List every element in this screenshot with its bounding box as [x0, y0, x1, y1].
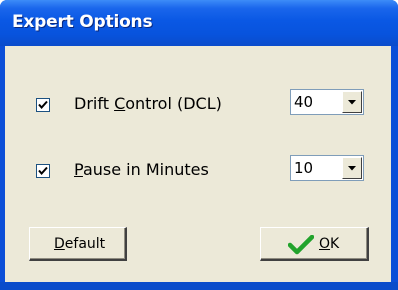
label-mnemonic: C — [114, 94, 126, 113]
pause-in-minutes-value: 10 — [294, 159, 314, 177]
window-bottom-border — [0, 282, 398, 290]
label-mnemonic: P — [74, 160, 83, 179]
pause-in-minutes-checkbox[interactable] — [36, 164, 50, 178]
label-text: Drift — [74, 94, 115, 113]
drift-control-dropdown-button[interactable] — [342, 91, 362, 113]
ok-button-label: OK — [319, 236, 339, 252]
label-text: ause in Minutes — [82, 160, 209, 179]
green-checkmark-icon — [288, 235, 314, 255]
window-title: Expert Options — [12, 12, 153, 32]
expert-options-dialog: Expert Options Drift Control (DCL) 40 Pa… — [0, 0, 398, 290]
pause-in-minutes-label: Pause in Minutes — [74, 160, 209, 179]
check-icon — [38, 166, 48, 176]
drift-control-select[interactable]: 40 — [290, 89, 364, 115]
chevron-down-icon — [348, 100, 356, 105]
pause-in-minutes-dropdown-button[interactable] — [342, 157, 362, 179]
chevron-down-icon — [348, 166, 356, 171]
drift-control-checkbox[interactable] — [36, 98, 50, 112]
ok-button[interactable]: OK — [260, 227, 369, 261]
label-text: K — [330, 236, 340, 252]
dialog-body: Drift Control (DCL) 40 Pause in Minutes … — [5, 46, 391, 282]
default-button[interactable]: Default — [29, 227, 127, 261]
label-mnemonic: O — [319, 236, 331, 252]
title-bar[interactable]: Expert Options — [0, 0, 398, 46]
default-button-label: Default — [54, 236, 105, 252]
pause-in-minutes-select[interactable]: 10 — [290, 155, 364, 181]
drift-control-label: Drift Control (DCL) — [74, 94, 222, 113]
drift-control-value: 40 — [294, 93, 314, 111]
label-text: ontrol (DCL) — [125, 94, 222, 113]
label-mnemonic: D — [54, 236, 65, 252]
check-icon — [38, 100, 48, 110]
label-text: efault — [64, 236, 106, 252]
